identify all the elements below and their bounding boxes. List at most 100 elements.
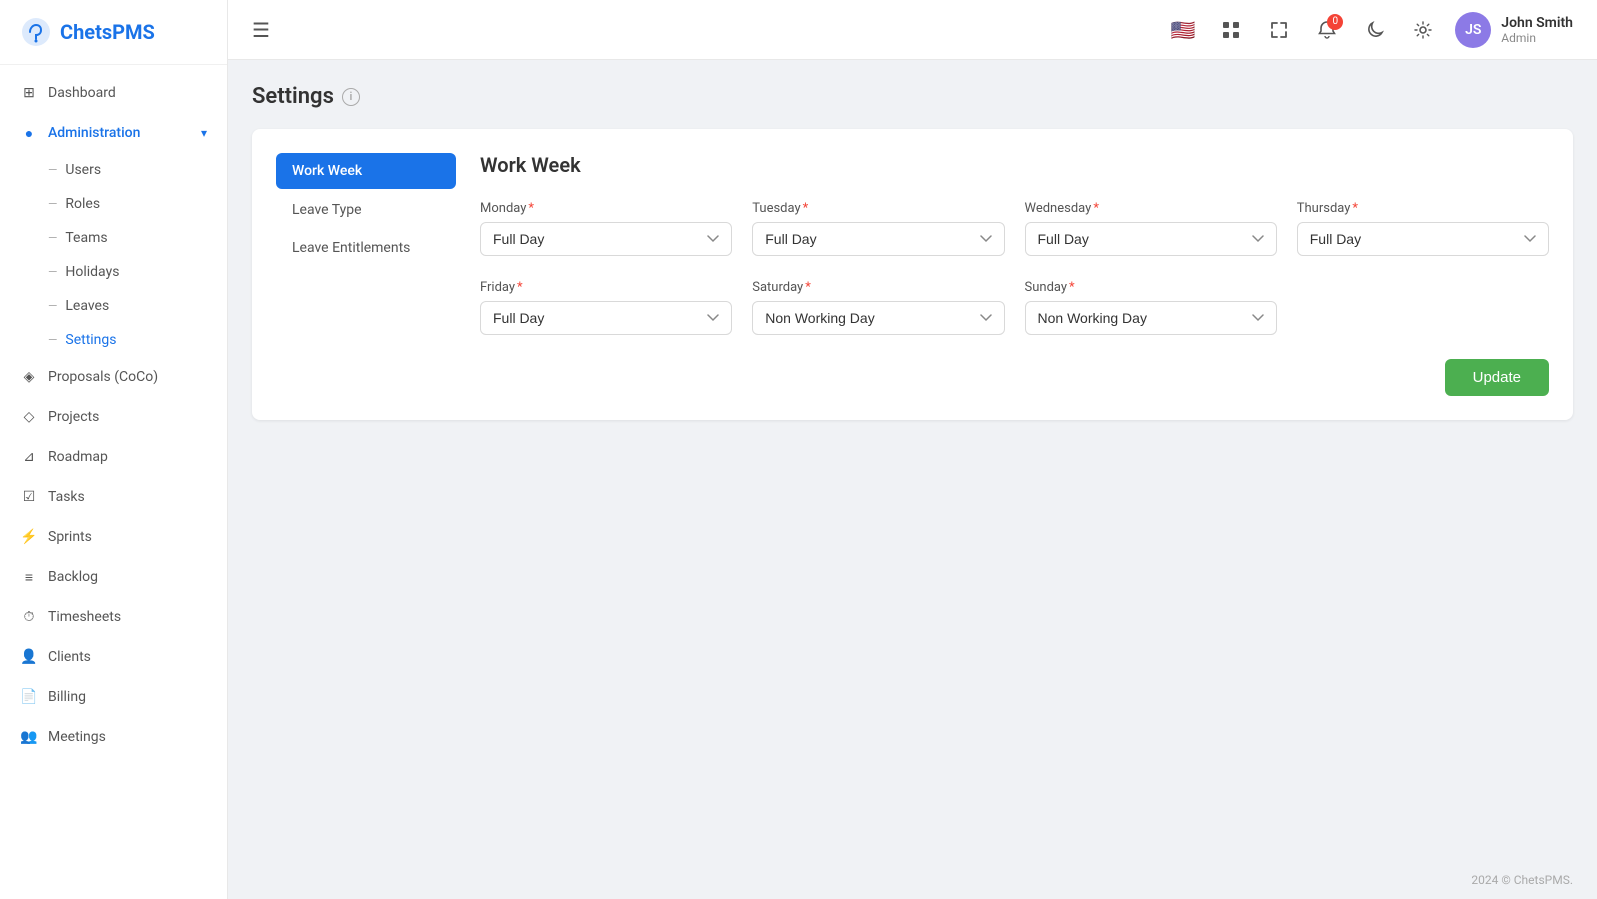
sidebar-item-settings[interactable]: Settings (48, 323, 227, 357)
sidebar-item-label: Projects (48, 409, 99, 425)
sidebar-item-backlog[interactable]: ≡ Backlog (0, 557, 227, 597)
sidebar-item-label: Meetings (48, 729, 106, 745)
sidebar-item-label: Tasks (48, 489, 85, 505)
tab-work-week[interactable]: Work Week (276, 153, 456, 189)
meetings-icon: 👥 (20, 728, 38, 746)
user-name: John Smith (1501, 15, 1573, 31)
friday-select[interactable]: Full Day Half Day Non Working Day (480, 301, 732, 335)
sidebar-item-holidays[interactable]: Holidays (48, 255, 227, 289)
friday-label: Friday* (480, 280, 732, 295)
sidebar-item-meetings[interactable]: 👥 Meetings (0, 717, 227, 757)
empty-cell (1297, 280, 1549, 335)
monday-select[interactable]: Full Day Half Day Non Working Day (480, 222, 732, 256)
billing-icon: 📄 (20, 688, 38, 706)
sidebar-item-label: Backlog (48, 569, 98, 585)
wednesday-select[interactable]: Full Day Half Day Non Working Day (1025, 222, 1277, 256)
sidebar-item-timesheets[interactable]: ⏱ Timesheets (0, 597, 227, 637)
footer: 2024 © ChetsPMS. (228, 861, 1597, 899)
tasks-icon: ☑ (20, 488, 38, 506)
thursday-select[interactable]: Full Day Half Day Non Working Day (1297, 222, 1549, 256)
settings-sidebar: Work Week Leave Type Leave Entitlements (276, 153, 456, 396)
sidebar-item-proposals[interactable]: ◈ Proposals (CoCo) (0, 357, 227, 397)
fullscreen-icon[interactable] (1263, 14, 1295, 46)
main-content: Settings i Work Week Leave Type Leave En… (228, 60, 1597, 861)
sidebar: ChetsPMS ⊞ Dashboard ● Administration ▾ … (0, 0, 228, 899)
settings-icon[interactable] (1407, 14, 1439, 46)
tuesday-select[interactable]: Full Day Half Day Non Working Day (752, 222, 1004, 256)
roadmap-icon: ⊿ (20, 448, 38, 466)
sidebar-item-users[interactable]: Users (48, 153, 227, 187)
field-saturday: Saturday* Full Day Half Day Non Working … (752, 280, 1004, 335)
backlog-icon: ≡ (20, 568, 38, 586)
sidebar-item-clients[interactable]: 👤 Clients (0, 637, 227, 677)
sidebar-item-label: Dashboard (48, 85, 116, 101)
proposals-icon: ◈ (20, 368, 38, 386)
sidebar-item-label: Billing (48, 689, 86, 705)
sidebar-item-roadmap[interactable]: ⊿ Roadmap (0, 437, 227, 477)
sidebar-item-label: Sprints (48, 529, 92, 545)
sidebar-item-roles[interactable]: Roles (48, 187, 227, 221)
menu-toggle[interactable]: ☰ (252, 18, 270, 42)
sidebar-item-label: Timesheets (48, 609, 121, 625)
sidebar-item-label: Roadmap (48, 449, 108, 465)
sidebar-item-label: Clients (48, 649, 91, 665)
flag-icon[interactable]: 🇺🇸 (1167, 14, 1199, 46)
field-monday: Monday* Full Day Half Day Non Working Da… (480, 201, 732, 256)
wednesday-label: Wednesday* (1025, 201, 1277, 216)
sidebar-item-teams[interactable]: Teams (48, 221, 227, 255)
info-icon[interactable]: i (342, 88, 360, 106)
sidebar-item-dashboard[interactable]: ⊞ Dashboard (0, 73, 227, 113)
field-friday: Friday* Full Day Half Day Non Working Da… (480, 280, 732, 335)
sidebar-item-sprints[interactable]: ⚡ Sprints (0, 517, 227, 557)
notification-badge: 0 (1327, 14, 1343, 30)
sidebar-item-billing[interactable]: 📄 Billing (0, 677, 227, 717)
main-nav: ⊞ Dashboard ● Administration ▾ Users Rol… (0, 65, 227, 899)
administration-subnav: Users Roles Teams Holidays Leaves Settin… (0, 153, 227, 357)
field-thursday: Thursday* Full Day Half Day Non Working … (1297, 201, 1549, 256)
sidebar-item-projects[interactable]: ◇ Projects (0, 397, 227, 437)
sidebar-item-label: Administration (48, 125, 140, 141)
dark-mode-icon[interactable] (1359, 14, 1391, 46)
settings-content: Work Week Monday* Full Day Half Day Non … (480, 153, 1549, 396)
sidebar-item-administration[interactable]: ● Administration ▾ (0, 113, 227, 153)
thursday-label: Thursday* (1297, 201, 1549, 216)
sprints-icon: ⚡ (20, 528, 38, 546)
logo-text: ChetsPMS (60, 20, 155, 44)
tab-leave-type[interactable]: Leave Type (276, 193, 456, 227)
user-profile[interactable]: JS John Smith Admin (1455, 12, 1573, 48)
week-grid-row1: Monday* Full Day Half Day Non Working Da… (480, 201, 1549, 256)
header: ☰ 🇺🇸 (228, 0, 1597, 60)
clients-icon: 👤 (20, 648, 38, 666)
user-details: John Smith Admin (1501, 15, 1573, 45)
page-title: Settings i (252, 84, 1573, 109)
projects-icon: ◇ (20, 408, 38, 426)
field-sunday: Sunday* Full Day Half Day Non Working Da… (1025, 280, 1277, 335)
logo[interactable]: ChetsPMS (0, 0, 227, 65)
dashboard-icon: ⊞ (20, 84, 38, 102)
saturday-label: Saturday* (752, 280, 1004, 295)
tab-leave-entitlements[interactable]: Leave Entitlements (276, 231, 456, 265)
sidebar-item-tasks[interactable]: ☑ Tasks (0, 477, 227, 517)
update-button[interactable]: Update (1445, 359, 1549, 396)
settings-layout: Work Week Leave Type Leave Entitlements … (276, 153, 1549, 396)
sidebar-item-leaves[interactable]: Leaves (48, 289, 227, 323)
actions-row: Update (480, 359, 1549, 396)
sunday-label: Sunday* (1025, 280, 1277, 295)
sunday-select[interactable]: Full Day Half Day Non Working Day (1025, 301, 1277, 335)
notification-icon[interactable]: 0 (1311, 14, 1343, 46)
monday-label: Monday* (480, 201, 732, 216)
user-role: Admin (1501, 31, 1573, 45)
settings-card: Work Week Leave Type Leave Entitlements … (252, 129, 1573, 420)
apps-icon[interactable] (1215, 14, 1247, 46)
tuesday-label: Tuesday* (752, 201, 1004, 216)
chevron-down-icon: ▾ (201, 126, 207, 140)
admin-icon: ● (20, 124, 38, 142)
header-actions: 🇺🇸 0 (1167, 12, 1573, 48)
work-week-title: Work Week (480, 153, 1549, 177)
field-tuesday: Tuesday* Full Day Half Day Non Working D… (752, 201, 1004, 256)
avatar: JS (1455, 12, 1491, 48)
timesheets-icon: ⏱ (20, 608, 38, 626)
main-area: ☰ 🇺🇸 (228, 0, 1597, 899)
saturday-select[interactable]: Full Day Half Day Non Working Day (752, 301, 1004, 335)
field-wednesday: Wednesday* Full Day Half Day Non Working… (1025, 201, 1277, 256)
